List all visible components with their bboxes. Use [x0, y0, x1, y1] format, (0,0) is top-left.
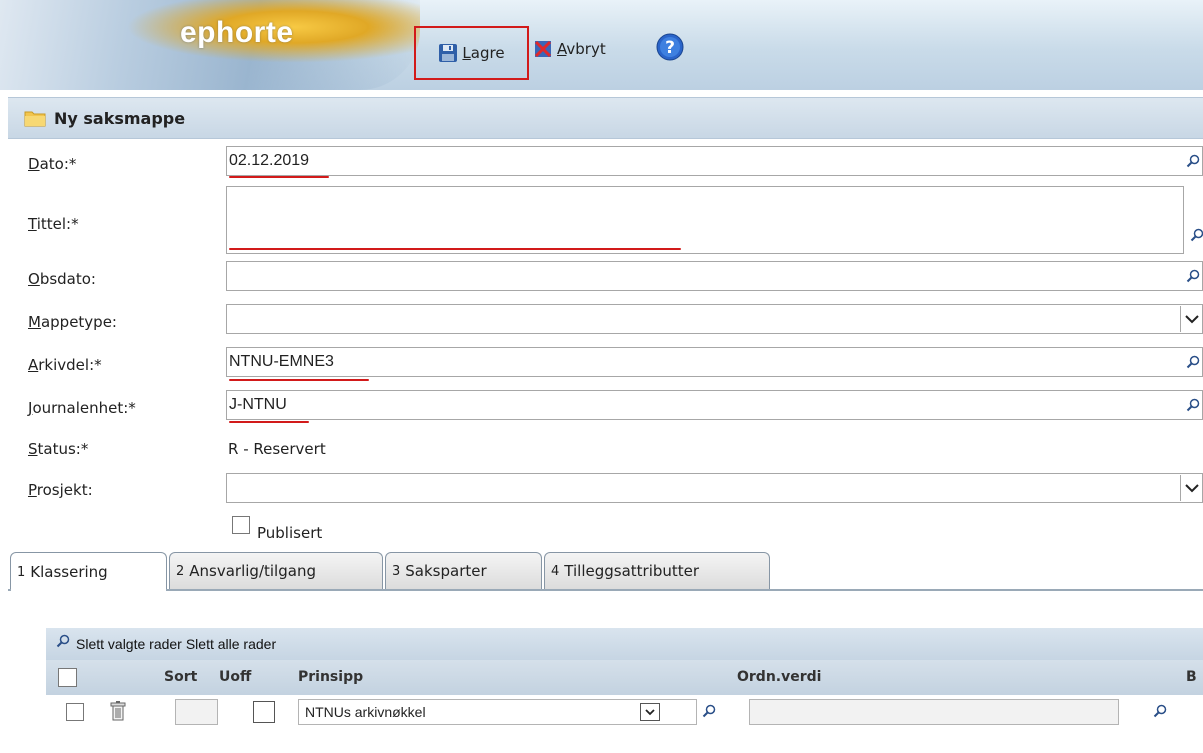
cancel-icon	[534, 40, 552, 58]
tittel-field[interactable]	[226, 186, 1184, 254]
mappetype-label: Mappetype:	[28, 313, 117, 331]
journalenhet-field[interactable]: J-NTNU	[226, 390, 1203, 420]
column-ordnverdi[interactable]: Ordn.verdi	[737, 669, 821, 685]
uoff-checkbox[interactable]	[253, 701, 275, 723]
search-icon[interactable]	[1186, 269, 1200, 283]
obsdato-label: Obsdato:	[28, 270, 96, 288]
save-button[interactable]: Lagre	[414, 26, 529, 80]
help-icon: ?	[656, 33, 684, 61]
search-icon[interactable]	[1186, 398, 1200, 412]
search-icon[interactable]	[1186, 355, 1200, 369]
help-button[interactable]: ?	[656, 32, 684, 62]
search-icon[interactable]	[56, 634, 70, 648]
floppy-disk-icon	[439, 44, 458, 62]
prosjekt-label: Prosjekt:	[28, 481, 93, 499]
arkivdel-field[interactable]: NTNU-EMNE3	[226, 347, 1203, 377]
tab-ansvarlig-tilgang[interactable]: 2 Ansvarlig/tilgang	[169, 552, 383, 589]
publisert-label: Publisert	[257, 524, 323, 542]
status-value: R - Reservert	[228, 440, 326, 458]
publisert-checkbox[interactable]	[232, 516, 250, 534]
app-logo: ephorte	[180, 16, 294, 49]
panel-title: Ny saksmappe	[54, 108, 186, 128]
column-sort[interactable]: Sort	[164, 669, 197, 685]
cancel-label: Avbryt	[557, 40, 606, 58]
delete-selected-rows-link[interactable]: Slett valgte rader	[76, 636, 182, 652]
table-header: Sort Uoff Prinsipp Ordn.verdi B	[46, 660, 1203, 695]
table-toolbar: Slett valgte rader Slett alle rader	[46, 628, 1203, 660]
cancel-button[interactable]: Avbryt	[533, 38, 606, 60]
tittel-label: Tittel:*	[28, 215, 79, 233]
save-label: Lagre	[462, 44, 505, 62]
tab-tilleggsattributter[interactable]: 4 Tilleggsattributter	[544, 552, 770, 589]
table-row: NTNUs arkivnøkkel	[46, 695, 1203, 753]
search-icon[interactable]	[1153, 704, 1167, 718]
column-uoff[interactable]: Uoff	[219, 669, 251, 685]
svg-text:?: ?	[665, 38, 675, 58]
active-tab-gap	[11, 589, 166, 591]
search-icon[interactable]	[702, 704, 716, 718]
dato-field[interactable]: 02.12.2019	[226, 146, 1203, 176]
tabs-underline	[8, 589, 1203, 591]
tab-saksparter[interactable]: 3 Saksparter	[385, 552, 542, 589]
search-icon[interactable]	[1190, 228, 1203, 242]
annotation-underline	[229, 176, 329, 178]
column-prinsipp[interactable]: Prinsipp	[298, 669, 363, 685]
select-all-checkbox[interactable]	[58, 668, 77, 687]
arkivdel-label: Arkivdel:*	[28, 356, 102, 374]
annotation-underline	[229, 379, 369, 381]
row-checkbox[interactable]	[66, 703, 84, 721]
app-header: ephorte Lagre Avbryt ?	[0, 0, 1203, 90]
mappetype-select[interactable]	[226, 304, 1203, 334]
status-label: Status:*	[28, 440, 89, 458]
delete-all-rows-link[interactable]: Slett alle rader	[186, 636, 276, 652]
obsdato-field[interactable]	[226, 261, 1203, 291]
journalenhet-label: Journalenhet:*	[28, 399, 136, 417]
ordnverdi-input[interactable]	[749, 699, 1119, 725]
annotation-underline	[229, 248, 681, 250]
column-b[interactable]: B	[1186, 669, 1197, 685]
prosjekt-select[interactable]	[226, 473, 1203, 503]
sort-input[interactable]	[175, 699, 218, 725]
chevron-down-icon[interactable]	[640, 703, 660, 721]
panel-title-bar: Ny saksmappe	[8, 97, 1203, 139]
annotation-underline	[229, 421, 309, 423]
chevron-down-icon[interactable]	[1180, 475, 1203, 501]
trash-icon[interactable]	[110, 701, 126, 721]
dato-label: Dato:*	[28, 155, 77, 173]
chevron-down-icon[interactable]	[1180, 306, 1203, 332]
search-icon[interactable]	[1186, 154, 1200, 168]
folder-icon	[24, 111, 46, 127]
tab-klassering[interactable]: 1 Klassering	[10, 552, 167, 591]
prinsipp-select[interactable]: NTNUs arkivnøkkel	[298, 699, 697, 725]
